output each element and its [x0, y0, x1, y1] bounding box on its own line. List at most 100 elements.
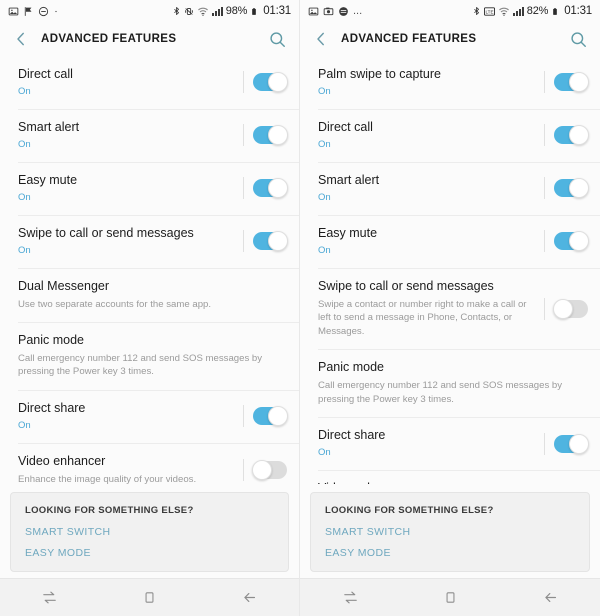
home-icon[interactable]: [427, 583, 473, 613]
status-overflow-ellipsis: ...: [353, 5, 363, 17]
search-icon[interactable]: [265, 27, 289, 51]
settings-row-smart-alert[interactable]: Smart alert On: [0, 108, 299, 162]
circle-icon: [338, 6, 349, 17]
row-title: Panic mode: [318, 360, 385, 375]
card-link-smart-switch[interactable]: SMART SWITCH: [25, 526, 274, 538]
toggle-direct-call[interactable]: [544, 125, 589, 146]
row-text: Palm swipe to capture On: [318, 67, 544, 98]
row-status: On: [318, 85, 331, 97]
row-status: On: [18, 419, 31, 431]
switch-thumb: [569, 231, 589, 252]
settings-row-direct-share[interactable]: Direct share On: [300, 417, 600, 470]
settings-row-swipe-to-call-or-send-messages[interactable]: Swipe to call or send messages On: [0, 214, 299, 268]
row-text: Swipe to call or send messages Swipe a co…: [318, 279, 544, 338]
switch-track[interactable]: [253, 231, 288, 252]
camera-icon: [323, 6, 334, 17]
settings-row-easy-mute[interactable]: Easy mute On: [300, 214, 600, 268]
switch-track[interactable]: [554, 72, 589, 93]
settings-row-dual-messenger[interactable]: Dual Messenger Use two separate accounts …: [0, 267, 299, 322]
toggle-smart-alert[interactable]: [544, 178, 589, 199]
toggle-direct-share[interactable]: [243, 406, 288, 427]
toggle-smart-alert[interactable]: [243, 125, 288, 146]
settings-row-panic-mode[interactable]: Panic mode Call emergency number 112 and …: [0, 322, 299, 390]
lte-icon: LTE: [483, 6, 495, 17]
status-bar-right-icons: 98% 01:31: [172, 5, 291, 17]
toggle-palm-swipe-to-capture[interactable]: [544, 72, 589, 93]
row-title: Dual Messenger: [18, 278, 110, 293]
toggle-easy-mute[interactable]: [544, 231, 589, 252]
back-icon[interactable]: [527, 583, 573, 613]
settings-row-video-enhancer[interactable]: Video enhancerEnhance the image quality …: [300, 470, 600, 484]
switch-track[interactable]: [554, 125, 589, 146]
back-button[interactable]: [310, 28, 332, 50]
home-icon[interactable]: [126, 583, 172, 613]
switch-track[interactable]: [253, 178, 288, 199]
back-icon[interactable]: [226, 583, 272, 613]
row-description: Enhance the image quality of your videos…: [18, 473, 197, 484]
app-header: ADVANCED FEATURES: [0, 22, 299, 56]
dot-icon: [53, 6, 59, 17]
switch-track[interactable]: [253, 406, 288, 427]
system-navigation-bar: [300, 578, 600, 616]
image-icon: [8, 6, 19, 17]
switch-track[interactable]: [554, 178, 589, 199]
switch-track[interactable]: [554, 433, 589, 454]
switch-track[interactable]: [553, 298, 588, 319]
row-text: Direct call On: [318, 120, 544, 151]
settings-row-smart-alert[interactable]: Smart alert On: [300, 161, 600, 215]
phone-screen-left: 98% 01:31 ADVANCED FEATURES Direct call On Sm…: [0, 0, 300, 616]
recents-icon[interactable]: [27, 583, 73, 613]
looking-for-something-else-card: LOOKING FOR SOMETHING ELSE? SMART SWITCH E…: [310, 492, 590, 572]
search-icon[interactable]: [566, 27, 590, 51]
card-area: LOOKING FOR SOMETHING ELSE? SMART SWITCH E…: [0, 484, 299, 578]
switch-thumb: [252, 460, 272, 481]
toggle-swipe-to-call-or-send-messages[interactable]: [544, 298, 588, 319]
back-button[interactable]: [10, 28, 32, 50]
settings-row-video-enhancer[interactable]: Video enhancer Enhance the image quality …: [0, 442, 299, 484]
row-text: Smart alert On: [18, 120, 243, 151]
card-link-easy-mode[interactable]: EASY MODE: [25, 547, 274, 559]
settings-row-panic-mode[interactable]: Panic mode Call emergency number 112 and …: [300, 349, 600, 417]
bluetooth-icon: [172, 5, 181, 17]
status-bar: ... LTE 82% 01:31: [300, 0, 600, 22]
settings-list: Direct call On Smart alert On Easy mute On Swi…: [0, 56, 299, 484]
switch-track[interactable]: [252, 460, 287, 481]
toggle-direct-call[interactable]: [243, 72, 288, 93]
row-title: Video enhancer: [18, 453, 106, 468]
status-bar-right-icons: LTE 82% 01:31: [472, 5, 592, 17]
switch-thumb: [268, 178, 288, 199]
row-title: Direct call: [318, 119, 373, 134]
toggle-video-enhancer[interactable]: [243, 460, 287, 481]
settings-row-swipe-to-call-or-send-messages[interactable]: Swipe to call or send messages Swipe a co…: [300, 267, 600, 349]
row-title: Smart alert: [318, 172, 380, 187]
page-title: ADVANCED FEATURES: [341, 33, 477, 45]
system-navigation-bar: [0, 578, 299, 616]
recents-icon[interactable]: [327, 583, 373, 613]
toggle-direct-share[interactable]: [544, 433, 589, 454]
settings-row-palm-swipe-to-capture[interactable]: Palm swipe to capture On: [300, 56, 600, 109]
row-title: Swipe to call or send messages: [318, 278, 494, 293]
card-link-easy-mode[interactable]: EASY MODE: [325, 547, 575, 559]
row-title: Easy mute: [318, 225, 378, 240]
settings-row-easy-mute[interactable]: Easy mute On: [0, 161, 299, 215]
switch-thumb: [268, 231, 288, 252]
battery-percent: 82%: [526, 5, 549, 17]
toggle-easy-mute[interactable]: [243, 178, 288, 199]
row-text: Video enhancerEnhance the image quality …: [318, 481, 544, 484]
row-status: On: [318, 244, 331, 256]
settings-row-direct-call[interactable]: Direct call On: [0, 56, 299, 109]
card-link-smart-switch[interactable]: SMART SWITCH: [325, 526, 575, 538]
settings-row-direct-call[interactable]: Direct call On: [300, 108, 600, 162]
row-description: Call emergency number 112 and send SOS m…: [318, 379, 563, 405]
row-status: On: [18, 191, 31, 203]
row-title: Easy mute: [18, 172, 78, 187]
switch-track[interactable]: [253, 125, 288, 146]
card-title: LOOKING FOR SOMETHING ELSE?: [25, 505, 194, 516]
toggle-swipe-to-call-or-send-messages[interactable]: [243, 231, 288, 252]
bluetooth-icon: [472, 5, 481, 17]
settings-row-direct-share[interactable]: Direct share On: [0, 389, 299, 443]
switch-track[interactable]: [253, 72, 288, 93]
switch-track[interactable]: [554, 231, 589, 252]
row-status: On: [318, 138, 331, 150]
row-description: Swipe a contact or number right to make …: [318, 298, 527, 337]
